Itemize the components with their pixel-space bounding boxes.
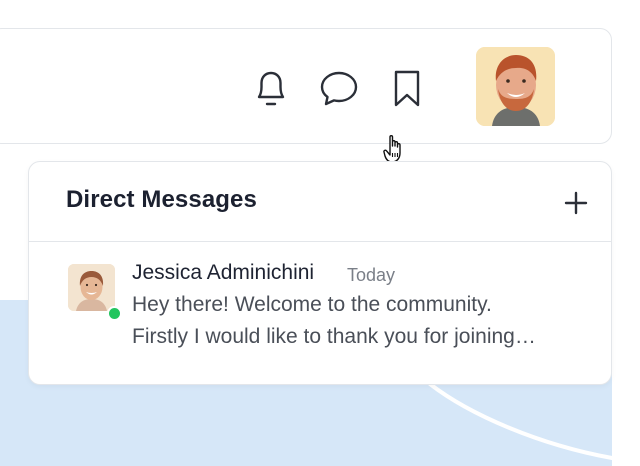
contact-name: Jessica Adminichini [132,261,315,284]
bell-icon [257,71,285,106]
new-message-button[interactable] [561,188,591,218]
messages-button[interactable] [319,66,359,110]
direct-messages-dropdown: Direct Messages Jessica Adminichini Toda… [28,161,612,385]
message-list-item[interactable]: Jessica Adminichini Today Hey there! Wel… [29,242,611,384]
user-avatar[interactable] [476,47,555,126]
bookmark-icon [394,70,420,107]
dropdown-title: Direct Messages [66,186,257,213]
plus-icon [564,191,588,215]
message-preview-line-2: Firstly I would like to thank you for jo… [132,325,536,348]
saved-button[interactable] [387,66,427,110]
user-avatar-image [476,47,555,126]
online-status-indicator [107,306,122,321]
contact-avatar-image [68,264,115,311]
dropdown-header: Direct Messages [29,162,611,242]
chat-icon [320,71,358,106]
contact-avatar [68,264,115,311]
message-preview-line-1: Hey there! Welcome to the community. [132,293,492,316]
notifications-button[interactable] [251,66,291,110]
hand-cursor-icon [383,135,401,163]
message-timestamp: Today [347,265,396,285]
